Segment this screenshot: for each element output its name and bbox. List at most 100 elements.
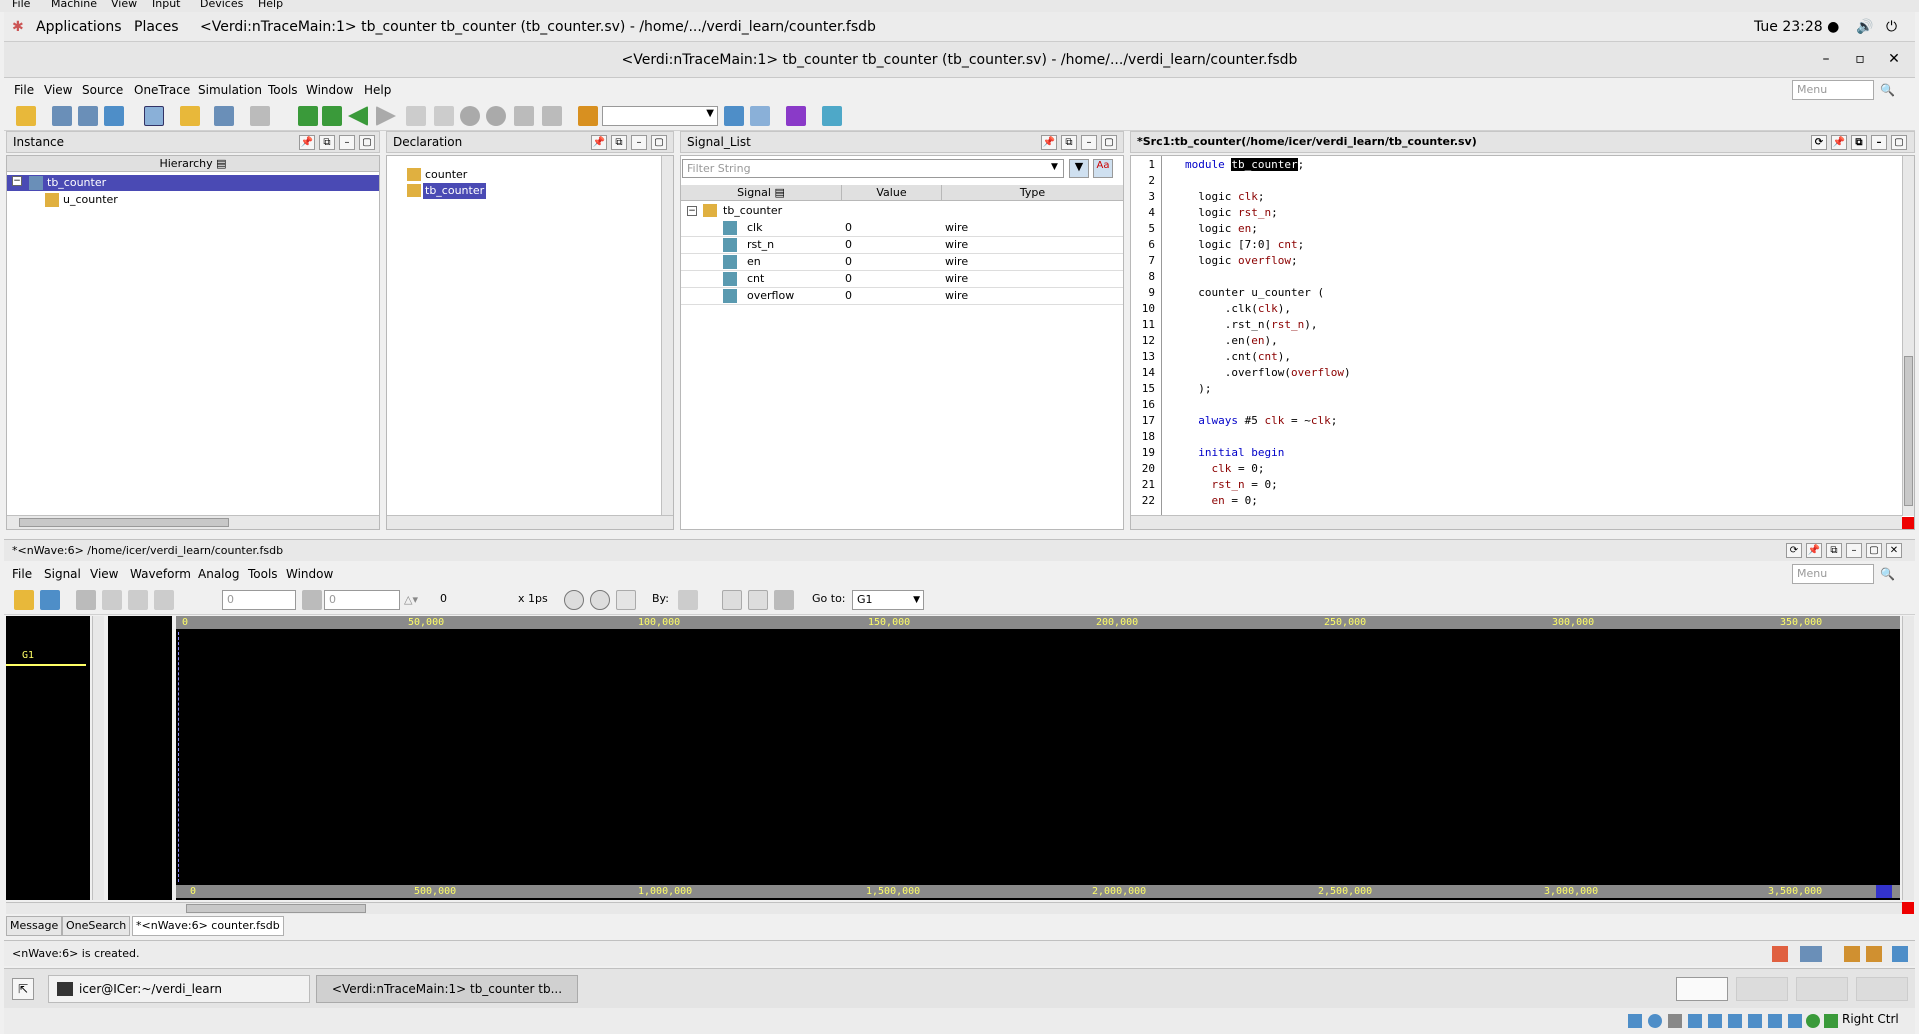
cursor-line[interactable] bbox=[178, 632, 179, 882]
signal-name-pane[interactable]: G1 bbox=[6, 616, 90, 900]
horizontal-scrollbar[interactable] bbox=[1131, 515, 1902, 529]
hierarchy-icon[interactable] bbox=[104, 106, 124, 126]
declaration-item-counter[interactable]: counter bbox=[425, 167, 467, 183]
clock[interactable]: Tue 23:28 ● bbox=[1754, 12, 1839, 42]
clear-icon[interactable] bbox=[774, 590, 794, 610]
panel-maximize-button[interactable]: ▢ bbox=[359, 135, 375, 150]
value-column-header[interactable]: Value bbox=[841, 185, 941, 201]
nwave-menu-view[interactable]: View bbox=[90, 563, 118, 585]
nwave-menu-signal[interactable]: Signal bbox=[44, 563, 81, 585]
places-menu[interactable]: Places bbox=[134, 12, 179, 42]
up-circle-icon[interactable] bbox=[460, 106, 480, 126]
marker-time-input[interactable]: 0 bbox=[324, 590, 400, 610]
audio-icon[interactable] bbox=[1668, 1014, 1682, 1028]
menu-tools[interactable]: Tools bbox=[268, 79, 298, 101]
bottom-time-ruler[interactable]: 0 500,000 1,000,000 1,500,000 2,000,000 … bbox=[176, 885, 1900, 898]
tab-message[interactable]: Message bbox=[6, 916, 63, 936]
tree-item-u-counter[interactable]: u_counter bbox=[63, 192, 118, 208]
select-icon[interactable] bbox=[144, 106, 164, 126]
menu-file[interactable]: File bbox=[14, 79, 34, 101]
find-icon[interactable] bbox=[724, 106, 744, 126]
vm-menu-devices[interactable]: Devices bbox=[200, 0, 243, 9]
top-time-ruler[interactable]: 0 50,000 100,000 150,000 200,000 250,000… bbox=[176, 616, 1900, 629]
search-icon[interactable]: 🔍 bbox=[1880, 79, 1895, 101]
sync-icon[interactable]: ⟳ bbox=[1811, 135, 1827, 150]
zoom-fit-icon[interactable] bbox=[616, 590, 636, 610]
optical-icon[interactable] bbox=[1648, 1014, 1662, 1028]
tree-item-tb-counter[interactable]: tb_counter bbox=[7, 175, 379, 191]
table-row[interactable]: rst_n 0 wire bbox=[681, 237, 1123, 254]
filter-icon[interactable]: ▼ bbox=[1069, 159, 1089, 178]
triangle-up-icon[interactable]: △▾ bbox=[404, 593, 418, 606]
usb-icon[interactable] bbox=[1708, 1014, 1722, 1028]
next-edge-icon[interactable] bbox=[748, 590, 768, 610]
new-nschema-icon[interactable] bbox=[52, 106, 72, 126]
pin-icon[interactable]: 📌 bbox=[1831, 135, 1847, 150]
settings-icon[interactable] bbox=[786, 106, 806, 126]
pin-icon[interactable]: 📌 bbox=[299, 135, 315, 150]
sort-icon[interactable] bbox=[1844, 946, 1860, 962]
volume-icon[interactable]: 🔊 bbox=[1856, 12, 1873, 42]
filter-down-icon[interactable] bbox=[1866, 946, 1882, 962]
name-pane-scrollbar[interactable] bbox=[92, 616, 104, 900]
close-button[interactable]: ✕ bbox=[1884, 50, 1904, 68]
tab-onesearch[interactable]: OneSearch bbox=[62, 916, 131, 936]
panel-minimize-button[interactable]: – bbox=[1871, 135, 1887, 150]
tab-nwave[interactable]: *<nWave:6> counter.fsdb bbox=[132, 916, 284, 936]
folder-icon[interactable] bbox=[180, 106, 200, 126]
paste-icon[interactable] bbox=[154, 590, 174, 610]
undock-icon[interactable]: ⧉ bbox=[1061, 135, 1077, 150]
source-code-view[interactable]: 1 module tb_counter; 2 3 logic clk; 4 log… bbox=[1131, 158, 1891, 508]
undock-icon[interactable]: ⧉ bbox=[1826, 543, 1842, 558]
menu-source[interactable]: Source bbox=[82, 79, 123, 101]
value-pane[interactable] bbox=[108, 616, 172, 900]
vm-menu-input[interactable]: Input bbox=[152, 0, 180, 9]
nwave-menu-window[interactable]: Window bbox=[286, 563, 333, 585]
nwave-menu-search-input[interactable]: Menu bbox=[1792, 564, 1874, 584]
panel-maximize-button[interactable]: ▢ bbox=[651, 135, 667, 150]
panel-maximize-button[interactable]: ▢ bbox=[1866, 543, 1882, 558]
horizontal-scrollbar[interactable] bbox=[7, 515, 379, 529]
show-desktop-icon[interactable]: ⇱ bbox=[12, 978, 34, 1000]
table-row[interactable]: cnt 0 wire bbox=[681, 271, 1123, 288]
recording-icon[interactable] bbox=[1768, 1014, 1782, 1028]
search-by-icon[interactable] bbox=[678, 590, 698, 610]
status-icon[interactable] bbox=[1806, 1014, 1820, 1028]
forward-arrow-icon[interactable] bbox=[376, 106, 396, 126]
active-window-title[interactable]: <Verdi:nTraceMain:1> tb_counter tb_count… bbox=[200, 12, 876, 42]
open-folder-icon[interactable] bbox=[16, 106, 36, 126]
down-circle-icon[interactable] bbox=[486, 106, 506, 126]
shared-folder-icon[interactable] bbox=[1728, 1014, 1742, 1028]
vm-menu-view[interactable]: View bbox=[111, 0, 137, 9]
panel-minimize-button[interactable]: – bbox=[631, 135, 647, 150]
collapse-icon[interactable]: − bbox=[12, 176, 22, 186]
lock-icon[interactable] bbox=[578, 106, 598, 126]
search-icon[interactable]: 🔍 bbox=[1880, 563, 1895, 585]
hierarchy-column-header[interactable]: Hierarchy ▤ bbox=[7, 156, 379, 172]
disconnect-icon[interactable] bbox=[542, 106, 562, 126]
workspace-4[interactable] bbox=[1856, 977, 1908, 1001]
fullscreen-icon[interactable] bbox=[1892, 946, 1908, 962]
vm-menu-help[interactable]: Help bbox=[258, 0, 283, 9]
copy-icon[interactable] bbox=[128, 590, 148, 610]
undo-icon[interactable] bbox=[76, 590, 96, 610]
panel-maximize-button[interactable]: ▢ bbox=[1101, 135, 1117, 150]
layout-icon[interactable] bbox=[1800, 946, 1822, 962]
taskbar-item-verdi[interactable]: <Verdi:nTraceMain:1> tb_counter tb... bbox=[316, 975, 578, 1003]
panel-minimize-button[interactable]: – bbox=[339, 135, 355, 150]
menu-help[interactable]: Help bbox=[364, 79, 391, 101]
driver-icon[interactable] bbox=[406, 106, 426, 126]
prev-edge-icon[interactable] bbox=[722, 590, 742, 610]
trace-down-icon[interactable] bbox=[322, 106, 342, 126]
zoom-in-icon[interactable] bbox=[590, 590, 610, 610]
taskbar-item-terminal[interactable]: icer@ICer:~/verdi_learn bbox=[48, 975, 310, 1003]
signal-column-header[interactable]: Signal ▤ bbox=[681, 185, 841, 201]
edit-icon[interactable] bbox=[214, 106, 234, 126]
display-icon[interactable] bbox=[1748, 1014, 1762, 1028]
maximize-button[interactable]: ▫ bbox=[1850, 50, 1870, 68]
new-nstate-icon[interactable] bbox=[78, 106, 98, 126]
vertical-scrollbar[interactable] bbox=[661, 156, 673, 516]
type-column-header[interactable]: Type bbox=[941, 185, 1123, 201]
table-row[interactable]: overflow 0 wire bbox=[681, 288, 1123, 305]
chevron-down-icon[interactable]: ▼ bbox=[1051, 162, 1058, 172]
